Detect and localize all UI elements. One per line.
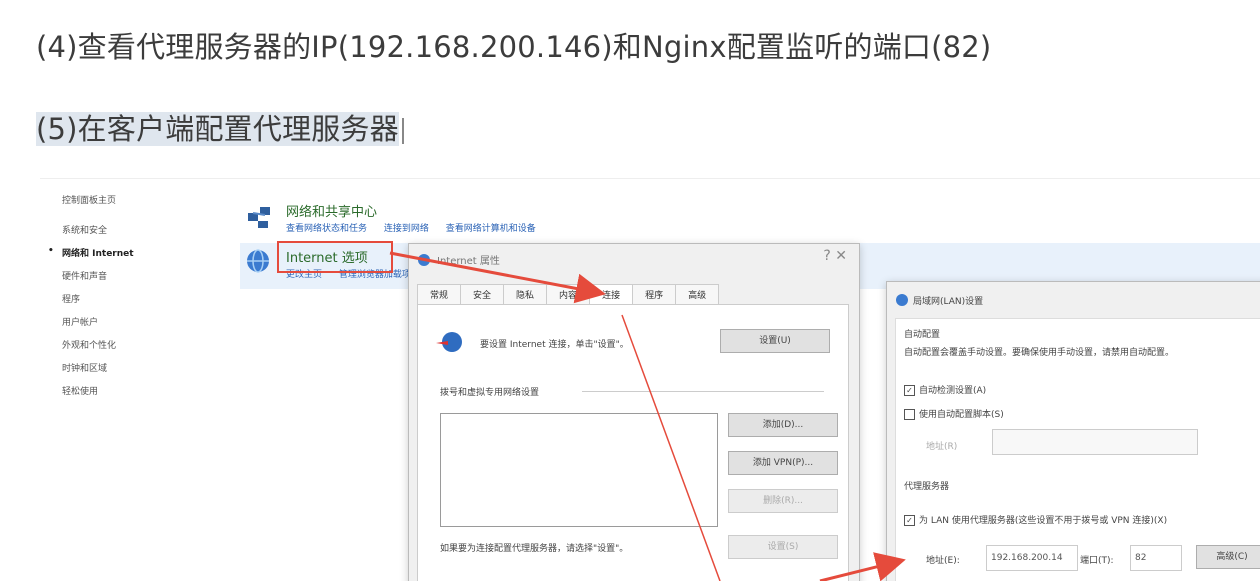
arrow-to-settings bbox=[621, 314, 721, 581]
step5-text: (5)在客户端配置代理服务器 bbox=[36, 112, 399, 146]
text-cursor bbox=[401, 118, 404, 144]
arrow-to-lan bbox=[819, 552, 906, 581]
arrow-to-connections-tab bbox=[389, 251, 606, 304]
step4-heading: (4)查看代理服务器的IP(192.168.200.146)和Nginx配置监听… bbox=[36, 30, 992, 64]
embedded-screenshot: 控制面板主页 系统和安全 网络和 Internet 硬件和声音 程序 用户帐户 … bbox=[40, 178, 1260, 581]
annotation-arrows bbox=[389, 251, 906, 581]
step5-heading: (5)在客户端配置代理服务器 bbox=[36, 106, 404, 148]
